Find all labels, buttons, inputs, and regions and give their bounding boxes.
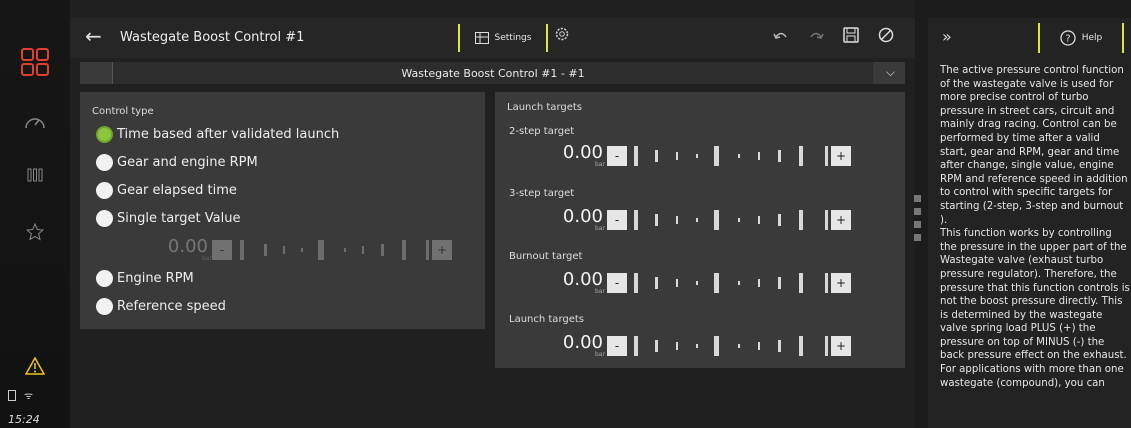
two-step-minus-button[interactable]: - bbox=[607, 146, 627, 166]
target-label: 3-step target bbox=[509, 188, 575, 199]
undo-icon[interactable] bbox=[773, 27, 789, 46]
radio-engine-rpm[interactable]: Engine RPM bbox=[96, 270, 194, 287]
instance-dropdown[interactable]: Wastegate Boost Control #1 - #1 ⌵ bbox=[80, 62, 905, 84]
radio-gear-rpm[interactable]: Gear and engine RPM bbox=[96, 154, 258, 171]
radio-label: Gear elapsed time bbox=[117, 183, 237, 198]
target-value: 0.00 bbox=[562, 269, 603, 290]
settings-label: Settings bbox=[494, 33, 532, 43]
clock: 15:24 bbox=[8, 413, 40, 426]
redo-icon[interactable] bbox=[808, 27, 824, 46]
single-target-minus-button: - bbox=[212, 240, 232, 260]
help-circle-icon: ? bbox=[1060, 30, 1076, 46]
help-text: The active pressure control function of … bbox=[940, 65, 1130, 389]
three-step-slider[interactable]: 0.00 bar - + bbox=[555, 206, 895, 234]
grid-icon bbox=[474, 32, 489, 44]
launch-heading: Launch targets bbox=[507, 102, 583, 113]
top-bar: ← Wastegate Boost Control #1 Settings bbox=[70, 18, 915, 58]
burnout-plus-button[interactable]: + bbox=[831, 273, 851, 293]
radio-label: Gear and engine RPM bbox=[117, 155, 258, 170]
single-target-value: 0.00 bbox=[167, 236, 208, 257]
radio-label: Reference speed bbox=[117, 299, 226, 314]
control-type-heading: Control type bbox=[92, 106, 154, 117]
two-step-slider[interactable]: 0.00 bar - + bbox=[555, 142, 895, 170]
three-step-minus-button[interactable]: - bbox=[607, 210, 627, 230]
target-value: 0.00 bbox=[562, 142, 603, 163]
sidebar: ᯤ 15:24 bbox=[0, 0, 71, 428]
help-button[interactable]: ? Help bbox=[1038, 23, 1124, 53]
radio-gear-elapsed[interactable]: Gear elapsed time bbox=[96, 182, 237, 199]
help-button-label: Help bbox=[1081, 33, 1103, 43]
radio-label: Engine RPM bbox=[117, 271, 194, 286]
gear-icon[interactable] bbox=[554, 26, 570, 46]
target-unit: bar bbox=[595, 288, 605, 295]
battery-icon bbox=[8, 390, 16, 401]
chevron-down-icon[interactable]: ⌵ bbox=[886, 65, 895, 80]
control-type-panel: Control type Time based after validated … bbox=[80, 92, 485, 329]
two-step-plus-button[interactable]: + bbox=[831, 146, 851, 166]
double-chevron-right-icon[interactable]: » bbox=[942, 27, 952, 46]
instance-dropdown-value: Wastegate Boost Control #1 - #1 bbox=[112, 62, 873, 84]
page-title: Wastegate Boost Control #1 bbox=[120, 30, 305, 45]
svg-text:?: ? bbox=[1065, 34, 1070, 45]
target-unit: bar bbox=[595, 351, 605, 358]
radio-time-based[interactable]: Time based after validated launch bbox=[96, 126, 339, 143]
single-target-unit: bar bbox=[202, 255, 212, 262]
target-label: Launch targets bbox=[509, 314, 585, 325]
warning-icon[interactable] bbox=[17, 348, 53, 384]
bars-icon[interactable] bbox=[17, 157, 53, 193]
launch-slider[interactable]: 0.00 bar - + bbox=[555, 332, 895, 360]
target-value: 0.00 bbox=[562, 206, 603, 227]
target-unit: bar bbox=[595, 225, 605, 232]
gauge-icon[interactable] bbox=[17, 104, 53, 140]
save-icon[interactable] bbox=[843, 27, 859, 47]
launch-minus-button[interactable]: - bbox=[607, 336, 627, 356]
target-unit: bar bbox=[595, 161, 605, 168]
radio-single-target[interactable]: Single target Value bbox=[96, 210, 240, 227]
main-area: ← Wastegate Boost Control #1 Settings Wa… bbox=[70, 0, 915, 428]
launch-targets-panel: Launch targets 2-step target 0.00 bar - … bbox=[495, 92, 905, 368]
burnout-slider[interactable]: 0.00 bar - + bbox=[555, 269, 895, 297]
radio-label: Time based after validated launch bbox=[117, 127, 340, 142]
radio-reference-speed[interactable]: Reference speed bbox=[96, 298, 226, 315]
help-header: » ? Help bbox=[928, 18, 1131, 58]
target-label: 2-step target bbox=[509, 126, 575, 137]
star-icon[interactable] bbox=[17, 214, 53, 250]
cancel-icon[interactable] bbox=[878, 27, 894, 47]
target-value: 0.00 bbox=[562, 332, 603, 353]
radio-label: Single target Value bbox=[117, 211, 241, 226]
wifi-icon: ᯤ bbox=[24, 391, 34, 402]
three-step-plus-button[interactable]: + bbox=[831, 210, 851, 230]
logo-icon[interactable] bbox=[17, 44, 53, 80]
panel-splitter-handle[interactable] bbox=[914, 195, 922, 247]
help-panel: » ? Help The active pressure control fun… bbox=[928, 18, 1131, 428]
settings-button[interactable]: Settings bbox=[458, 24, 548, 52]
launch-plus-button[interactable]: + bbox=[831, 336, 851, 356]
burnout-minus-button[interactable]: - bbox=[607, 273, 627, 293]
single-target-slider: 0.00 bar - + bbox=[160, 236, 470, 264]
back-arrow-icon[interactable]: ← bbox=[85, 24, 102, 48]
target-label: Burnout target bbox=[509, 251, 583, 262]
single-target-plus-button: + bbox=[432, 240, 452, 260]
